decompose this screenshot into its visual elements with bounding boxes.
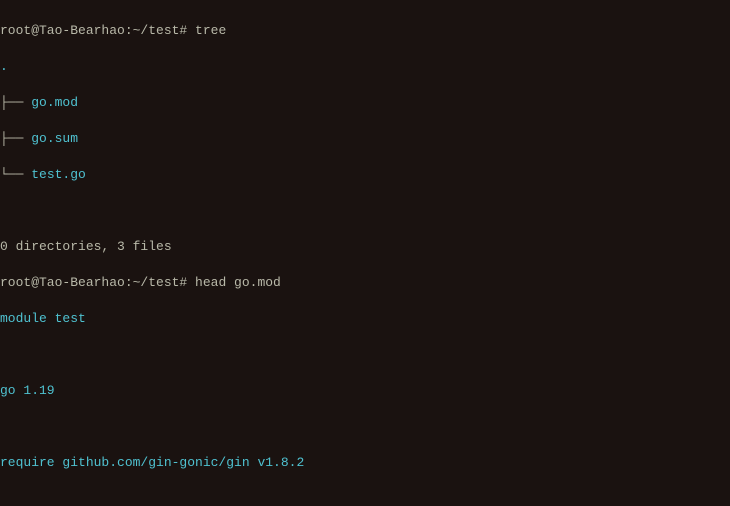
tree-entry: ├── go.sum: [0, 130, 730, 148]
command: head go.mod: [195, 275, 281, 290]
tree-entry: └── test.go: [0, 166, 730, 184]
prompt-line-1: root@Tao-Bearhao:~/test# tree: [0, 22, 730, 40]
blank-line: [0, 202, 730, 220]
tree-branch-icon: ├──: [0, 131, 31, 146]
tree-root-dot: .: [0, 58, 730, 76]
gomod-output: require github.com/gin-gonic/gin v1.8.2: [0, 454, 730, 472]
gomod-output: go 1.19: [0, 382, 730, 400]
command: tree: [195, 23, 226, 38]
shell-prompt: root@Tao-Bearhao:~/test#: [0, 275, 195, 290]
tree-branch-icon: └──: [0, 167, 31, 182]
tree-file: go.mod: [31, 95, 78, 110]
tree-file: test.go: [31, 167, 86, 182]
prompt-line-2: root@Tao-Bearhao:~/test# head go.mod: [0, 274, 730, 292]
blank-line: [0, 346, 730, 364]
tree-entry: ├── go.mod: [0, 94, 730, 112]
gomod-output: module test: [0, 310, 730, 328]
shell-prompt: root@Tao-Bearhao:~/test#: [0, 23, 195, 38]
tree-file: go.sum: [31, 131, 78, 146]
blank-line: [0, 490, 730, 506]
tree-summary: 0 directories, 3 files: [0, 238, 730, 256]
tree-branch-icon: ├──: [0, 95, 31, 110]
terminal-output[interactable]: root@Tao-Bearhao:~/test# tree . ├── go.m…: [0, 0, 730, 506]
blank-line: [0, 418, 730, 436]
